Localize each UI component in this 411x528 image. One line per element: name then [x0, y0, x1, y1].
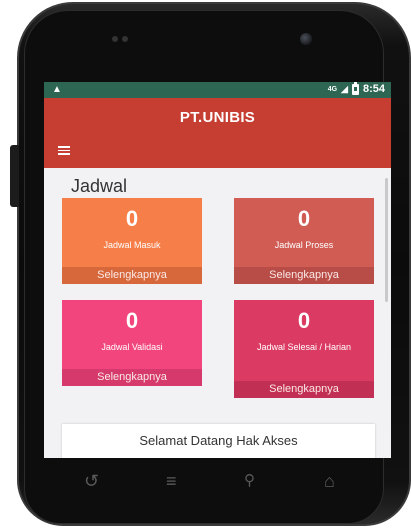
more-link[interactable]: Selengkapnya — [62, 267, 202, 284]
menu-icon[interactable]: ≡ — [166, 472, 177, 490]
status-bar: ▲ 4G ◢ 8:54 — [44, 82, 391, 98]
status-time: 8:54 — [362, 83, 385, 95]
tile-jadwal-proses[interactable]: 0 Jadwal Proses Selengkapnya — [234, 198, 374, 284]
screen: ▲ 4G ◢ 8:54 PT.UNIBIS Jadwal 0 Jadwal Ma… — [44, 82, 391, 458]
search-icon[interactable]: ⚲ — [244, 472, 255, 490]
back-icon[interactable]: ↺ — [84, 472, 99, 490]
home-icon[interactable]: ⌂ — [324, 472, 335, 490]
app-title: PT.UNIBIS — [179, 109, 256, 126]
speaker-grille — [122, 36, 128, 42]
tile-label: Jadwal Proses — [274, 240, 334, 250]
tile-jadwal-validasi[interactable]: 0 Jadwal Validasi Selengkapnya — [62, 300, 202, 386]
tile-label: Jadwal Selesai / Harian — [256, 342, 352, 352]
front-camera — [300, 33, 312, 45]
signal-icon: 4G — [327, 85, 338, 93]
battery-icon — [351, 82, 359, 95]
scrollbar[interactable] — [385, 178, 388, 302]
tile-count: 0 — [125, 308, 139, 333]
more-link[interactable]: Selengkapnya — [234, 267, 374, 284]
welcome-text: Selamat Datang Hak Akses — [139, 433, 298, 448]
tile-count: 0 — [297, 206, 311, 231]
phone-side-button — [10, 145, 19, 207]
more-link[interactable]: Selengkapnya — [234, 381, 374, 398]
warning-icon: ▲ — [52, 84, 62, 95]
tile-jadwal-masuk[interactable]: 0 Jadwal Masuk Selengkapnya — [62, 198, 202, 284]
tile-label: Jadwal Validasi — [101, 342, 163, 352]
section-title: Jadwal — [71, 176, 128, 196]
more-link[interactable]: Selengkapnya — [62, 369, 202, 386]
speaker-grille — [112, 36, 118, 42]
tile-count: 0 — [297, 308, 311, 333]
navigation-bar: ↺ ≡ ⚲ ⌂ — [44, 462, 391, 502]
hamburger-icon[interactable] — [58, 146, 70, 155]
app-bar: PT.UNIBIS — [44, 98, 391, 168]
signal-strength-icon: ◢ — [341, 83, 348, 94]
welcome-card: Selamat Datang Hak Akses — [62, 424, 375, 458]
tile-count: 0 — [125, 206, 139, 231]
tile-jadwal-selesai[interactable]: 0 Jadwal Selesai / Harian Selengkapnya — [234, 300, 374, 398]
tile-label: Jadwal Masuk — [103, 240, 161, 250]
main-content: Jadwal 0 Jadwal Masuk Selengkapnya 0 Jad… — [44, 168, 391, 458]
